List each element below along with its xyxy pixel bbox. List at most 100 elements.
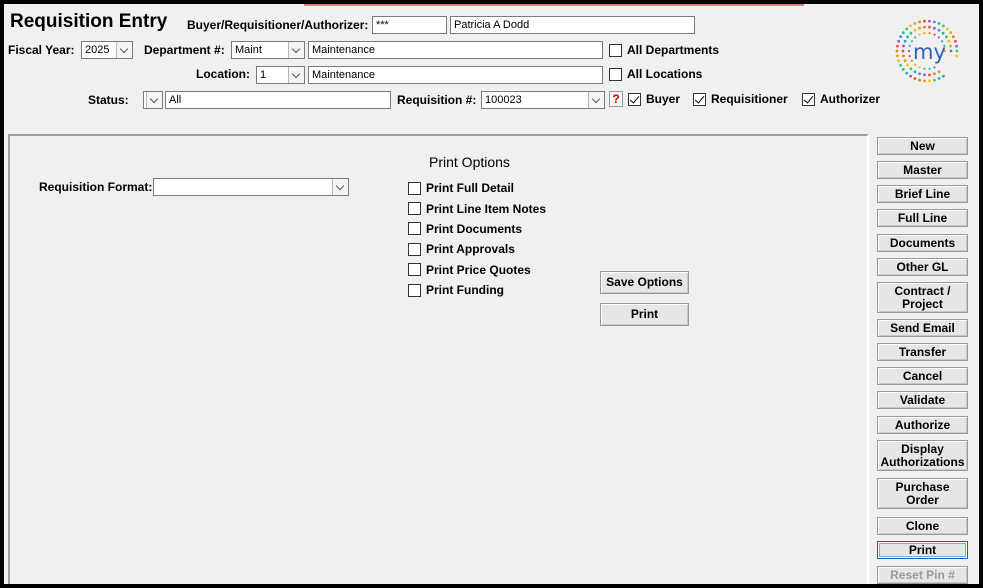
- sidebar-brief-line-button[interactable]: Brief Line: [877, 185, 968, 203]
- chevron-down-icon[interactable]: [288, 42, 304, 58]
- checkbox-icon[interactable]: [408, 181, 421, 195]
- print-option-price-quotes[interactable]: Print Price Quotes: [408, 260, 546, 280]
- all-locations-checkbox[interactable]: All Locations: [609, 67, 702, 81]
- checkbox-icon[interactable]: [408, 222, 421, 236]
- checkbox-icon[interactable]: [693, 92, 706, 106]
- sidebar-other-gl-button[interactable]: Other GL: [877, 258, 968, 276]
- sidebar-full-line-button[interactable]: Full Line: [877, 209, 968, 227]
- all-locations-label: All Locations: [627, 67, 703, 81]
- role-buyer-checkbox[interactable]: Buyer: [628, 92, 680, 106]
- all-departments-checkbox[interactable]: All Departments: [609, 43, 719, 57]
- sidebar-display-authorizations-button[interactable]: Display Authorizations: [877, 440, 968, 471]
- sidebar-reset-pin-button[interactable]: Reset Pin #: [877, 566, 968, 584]
- logo-dot: [941, 31, 945, 35]
- logo-dot: [923, 67, 926, 70]
- logo-dot: [899, 35, 902, 39]
- print-option-line-item-notes[interactable]: Print Line Item Notes: [408, 198, 546, 218]
- fiscal-year-label: Fiscal Year:: [8, 43, 75, 57]
- checkbox-icon[interactable]: [408, 242, 421, 256]
- sidebar-purchase-order-button[interactable]: Purchase Order: [877, 478, 968, 509]
- sidebar-contract-project-button[interactable]: Contract / Project: [877, 282, 968, 313]
- all-departments-label: All Departments: [627, 43, 720, 57]
- fiscal-year-value: 2025: [85, 44, 110, 56]
- logo-dot: [947, 39, 951, 43]
- checkbox-icon[interactable]: [609, 43, 622, 57]
- checkbox-icon[interactable]: [802, 92, 815, 106]
- print-option-label: Print Price Quotes: [426, 262, 531, 277]
- print-option-label: Print Full Detail: [426, 181, 515, 196]
- sidebar-send-email-button[interactable]: Send Email: [877, 319, 968, 337]
- chevron-down-icon[interactable]: [146, 92, 162, 108]
- buyer-code-input[interactable]: ***: [372, 16, 447, 34]
- location-name-field: Maintenance: [308, 66, 603, 84]
- sidebar-new-button[interactable]: New: [877, 137, 968, 155]
- logo-dot: [896, 54, 899, 58]
- print-panel: Requisition Format: Print Options Print …: [8, 134, 869, 584]
- logo-dot: [909, 67, 913, 71]
- department-code: Maint: [235, 44, 262, 56]
- chevron-down-icon[interactable]: [288, 67, 304, 83]
- checkbox-icon[interactable]: [408, 202, 421, 216]
- chevron-down-icon[interactable]: [332, 179, 348, 195]
- checkbox-icon[interactable]: [408, 263, 421, 277]
- logo-dot: [949, 49, 953, 53]
- location-code: 1: [260, 69, 267, 81]
- logo-dot: [909, 74, 912, 78]
- location-select[interactable]: 1: [256, 66, 305, 84]
- logo-dot: [949, 44, 952, 48]
- role-authorizer-checkbox[interactable]: Authorizer: [802, 92, 880, 106]
- sidebar-clone-button[interactable]: Clone: [877, 517, 968, 535]
- logo-dot: [937, 70, 941, 74]
- logo-dot: [901, 31, 905, 34]
- print-option-full-detail[interactable]: Print Full Detail: [408, 178, 546, 198]
- print-option-approvals[interactable]: Print Approvals: [408, 239, 546, 259]
- logo-dot: [913, 77, 917, 80]
- requisition-format-select[interactable]: [153, 178, 349, 196]
- sidebar-print-button[interactable]: Print: [877, 541, 968, 559]
- buyer-name-field: Patricia A Dodd: [450, 16, 695, 34]
- logo-dot: [923, 19, 926, 23]
- requisition-select[interactable]: 100023: [481, 91, 605, 109]
- print-options-list: Print Full Detail Print Line Item Notes …: [408, 178, 546, 300]
- sidebar-master-button[interactable]: Master: [877, 161, 968, 179]
- logo-dot: [918, 72, 921, 76]
- print-button[interactable]: Print: [600, 303, 689, 326]
- logo-dot: [907, 49, 911, 53]
- logo-dot: [918, 26, 921, 30]
- logo-dot: [928, 79, 931, 83]
- status-select[interactable]: [143, 91, 163, 109]
- logo-dot: [905, 71, 909, 75]
- checkbox-icon[interactable]: [609, 67, 622, 81]
- role-authorizer-label: Authorizer: [820, 92, 880, 106]
- logo-dot: [942, 24, 945, 28]
- print-option-documents[interactable]: Print Documents: [408, 219, 546, 239]
- department-label: Department #:: [144, 43, 225, 57]
- requisition-help-button[interactable]: ?: [609, 91, 623, 107]
- sidebar-transfer-button[interactable]: Transfer: [877, 343, 968, 361]
- fiscal-year-select[interactable]: 2025: [81, 41, 133, 59]
- print-option-funding[interactable]: Print Funding: [408, 280, 546, 300]
- department-select[interactable]: Maint: [231, 41, 305, 59]
- logo-dot: [928, 19, 931, 23]
- sidebar-authorize-button[interactable]: Authorize: [877, 416, 968, 434]
- checkbox-icon[interactable]: [408, 283, 421, 297]
- help-icon[interactable]: ?: [609, 91, 623, 107]
- logo-dot: [942, 74, 945, 78]
- chevron-down-icon[interactable]: [588, 92, 604, 108]
- role-requisitioner-checkbox[interactable]: Requisitioner: [693, 92, 788, 106]
- logo-dot: [913, 22, 917, 25]
- logo-dot: [923, 73, 926, 77]
- logo-dot: [923, 79, 926, 83]
- location-label: Location:: [196, 67, 250, 81]
- logo-dot: [955, 49, 959, 53]
- logo-dot: [909, 31, 913, 35]
- save-options-button[interactable]: Save Options: [600, 271, 689, 294]
- logo-dot: [937, 28, 941, 32]
- sidebar-documents-button[interactable]: Documents: [877, 234, 968, 252]
- logo-dot: [928, 32, 931, 35]
- sidebar-validate-button[interactable]: Validate: [877, 391, 968, 409]
- checkbox-icon[interactable]: [628, 92, 641, 106]
- sidebar-cancel-button[interactable]: Cancel: [877, 367, 968, 385]
- print-option-label: Print Documents: [426, 221, 523, 236]
- chevron-down-icon[interactable]: [116, 42, 132, 58]
